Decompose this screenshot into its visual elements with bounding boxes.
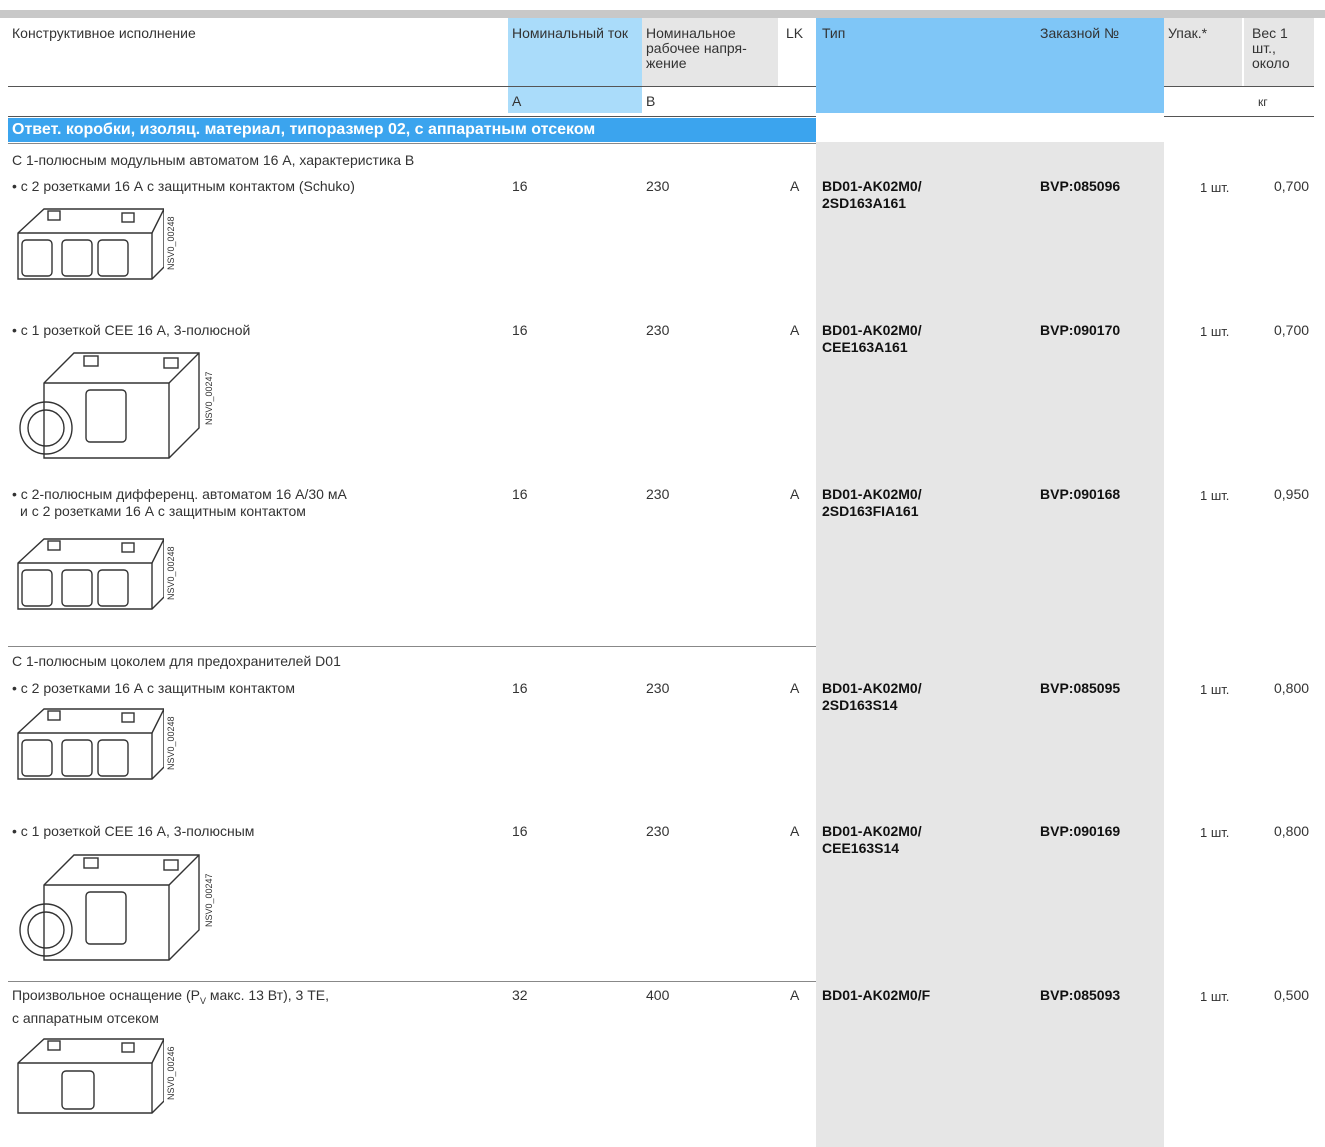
row-desc: • с 2-полюсным дифференц. автоматом 16 А… [12, 486, 347, 519]
row-lk: A [790, 823, 800, 839]
row-lk: A [790, 987, 800, 1003]
header-lk: LK [786, 25, 804, 41]
row-lk: A [790, 486, 800, 502]
row-voltage: 400 [646, 987, 670, 1003]
row-type: BD01-AK02M0/2SD163S14 [822, 680, 922, 713]
row-pack: 1 шт. [1200, 324, 1230, 339]
header-pack: Упак.* [1168, 25, 1208, 41]
header-current: Номинальный ток [512, 25, 628, 41]
unit-current: А [512, 93, 522, 109]
unit-weight: кг [1258, 95, 1268, 109]
product-image-cee [19, 854, 200, 961]
row-desc: • с 1 розеткой CEE 16 А, 3-полюсной [12, 322, 251, 338]
header-rule [8, 86, 816, 87]
units-rule [8, 116, 816, 117]
product-image-blank [17, 1038, 164, 1114]
row-desc: • с 2 розетками 16 А с защитным контакто… [12, 680, 295, 696]
group-rule [8, 143, 816, 144]
row-order: BVP:090170 [1040, 322, 1121, 338]
row-pack: 1 шт. [1200, 682, 1230, 697]
row-lk: A [790, 178, 800, 194]
row-type: BD01-AK02M0/F [822, 987, 931, 1003]
row-type: BD01-AK02M0/CEE163S14 [822, 823, 922, 856]
row-weight: 0,950 [1274, 486, 1310, 502]
image-code: NSV0_00246 [166, 1046, 176, 1100]
row-current: 16 [512, 680, 528, 696]
row-current: 32 [512, 987, 528, 1003]
group-title: С 1-полюсным модульным автоматом 16 А, х… [12, 152, 415, 168]
group-rule [8, 646, 816, 647]
header-rule-right [1164, 86, 1314, 87]
image-code: NSV0_00248 [166, 216, 176, 270]
image-code: NSV0_00247 [204, 371, 214, 425]
image-code: NSV0_00248 [166, 716, 176, 770]
product-image-schuko [17, 708, 164, 780]
row-desc: Произвольное оснащение (PV макс. 13 Вт),… [12, 987, 329, 1026]
section-title: Ответ. коробки, изоляц. материал, типора… [8, 118, 816, 142]
row-lk: A [790, 680, 800, 696]
product-image-schuko [17, 538, 164, 610]
row-weight: 0,800 [1274, 680, 1310, 696]
row-order: BVP:085096 [1040, 178, 1121, 194]
row-desc: • с 1 розеткой CEE 16 А, 3-полюсным [12, 823, 255, 839]
row-type: BD01-AK02M0/2SD163FIA161 [822, 486, 922, 519]
product-image-schuko [17, 208, 164, 280]
row-type: BD01-AK02M0/CEE163A161 [822, 322, 922, 355]
unit-voltage: В [646, 93, 656, 109]
row-type: BD01-AK02M0/2SD163A161 [822, 178, 922, 211]
row-order: BVP:085095 [1040, 680, 1121, 696]
row-order: BVP:085093 [1040, 987, 1121, 1003]
header-order: Заказной № [1040, 25, 1119, 41]
top-bar [0, 10, 1325, 18]
row-current: 16 [512, 486, 528, 502]
group-title: С 1-полюсным цоколем для предохранителей… [12, 653, 341, 669]
header-voltage: Номинальное рабочее напря-жение [646, 25, 747, 71]
image-code: NSV0_00247 [204, 873, 214, 927]
product-image-cee [19, 352, 200, 459]
row-desc: • с 2 розетками 16 А с защитным контакто… [12, 178, 355, 194]
row-current: 16 [512, 823, 528, 839]
units-rule-right [1164, 116, 1314, 117]
row-weight: 0,800 [1274, 823, 1310, 839]
header-design: Конструктивное исполнение [12, 25, 196, 41]
group-rule [8, 981, 816, 982]
row-current: 16 [512, 178, 528, 194]
row-pack: 1 шт. [1200, 488, 1230, 503]
row-pack: 1 шт. [1200, 989, 1230, 1004]
row-weight: 0,700 [1274, 178, 1310, 194]
row-weight: 0,500 [1274, 987, 1310, 1003]
image-code: NSV0_00248 [166, 546, 176, 600]
row-voltage: 230 [646, 486, 670, 502]
row-voltage: 230 [646, 823, 670, 839]
row-weight: 0,700 [1274, 322, 1310, 338]
row-order: BVP:090168 [1040, 486, 1121, 502]
row-voltage: 230 [646, 178, 670, 194]
header-weight: Вес 1 шт., около [1252, 25, 1290, 71]
row-pack: 1 шт. [1200, 180, 1230, 195]
row-pack: 1 шт. [1200, 825, 1230, 840]
row-lk: A [790, 322, 800, 338]
row-voltage: 230 [646, 322, 670, 338]
row-order: BVP:090169 [1040, 823, 1121, 839]
row-current: 16 [512, 322, 528, 338]
header-type: Тип [822, 25, 846, 41]
row-voltage: 230 [646, 680, 670, 696]
